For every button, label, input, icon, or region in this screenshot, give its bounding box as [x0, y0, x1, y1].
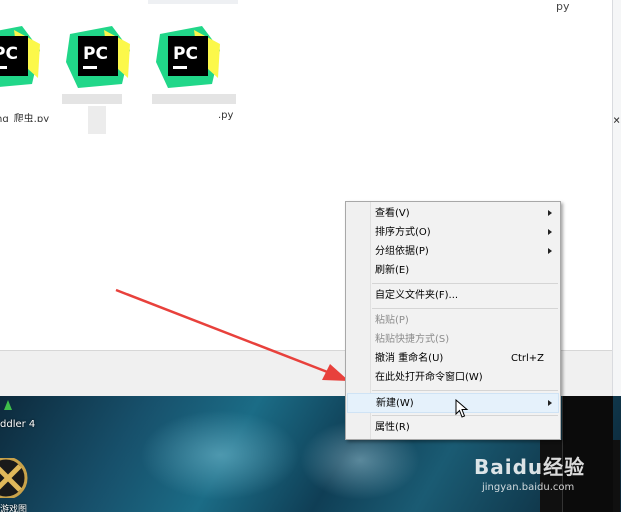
baidu-watermark: Baidu经验 jingyan.baidu.com [474, 451, 614, 495]
submenu-arrow-icon [548, 400, 552, 406]
desktop-icon-label[interactable]: ddler 4 [0, 419, 35, 430]
submenu-arrow-icon [548, 248, 552, 254]
pycharm-icon: PC [156, 26, 220, 88]
game-shortcut-icon[interactable] [0, 458, 30, 498]
blurred-caption [88, 106, 106, 134]
pycharm-file-3[interactable]: PC .py [148, 18, 236, 121]
submenu-arrow-icon [548, 210, 552, 216]
svg-text:PC: PC [0, 44, 18, 64]
svg-text:PC: PC [173, 44, 198, 64]
menu-item-paste[interactable]: 粘贴(P) [348, 311, 558, 330]
blurred-caption [62, 94, 122, 104]
submenu-arrow-icon [548, 229, 552, 235]
file-caption: hq_爬虫.py [0, 114, 50, 122]
context-menu: 查看(V) 排序方式(O) 分组依据(P) 刷新(E) 自定义文件夹(F)...… [345, 201, 561, 440]
menu-item-open-command-window[interactable]: 在此处打开命令窗口(W) [348, 368, 558, 387]
pycharm-file-1[interactable]: PC hq_爬虫.py [0, 18, 52, 122]
menu-item-undo-rename[interactable]: 撤消 重命名(U) Ctrl+Z [348, 349, 558, 368]
menu-item-paste-shortcut[interactable]: 粘贴快捷方式(S) [348, 330, 558, 349]
watermark-url: jingyan.baidu.com [482, 482, 575, 493]
menu-separator [372, 283, 558, 284]
mouse-cursor-icon [455, 399, 469, 418]
menu-item-sort-by[interactable]: 排序方式(O) [348, 223, 558, 242]
pycharm-icon: PC [0, 26, 40, 87]
file-caption: .py [218, 110, 234, 121]
watermark-brand: Baidu经验 [474, 455, 586, 479]
menu-item-new[interactable]: 新建(W) [347, 393, 559, 413]
close-pane-icon[interactable]: × [613, 113, 620, 127]
file-extension-label: py [556, 0, 570, 13]
menu-item-refresh[interactable]: 刷新(E) [348, 261, 558, 280]
pycharm-icon: PC [66, 26, 130, 88]
desktop-icon-label[interactable]: 游戏图 [0, 502, 27, 512]
wallpaper-art [140, 410, 300, 500]
svg-text:PC: PC [83, 44, 108, 64]
menu-separator [372, 390, 558, 391]
menu-item-view[interactable]: 查看(V) [348, 204, 558, 223]
menu-item-properties[interactable]: 属性(R) [348, 418, 558, 437]
menu-separator [372, 308, 558, 309]
blurred-top-strip [148, 0, 238, 4]
menu-item-group-by[interactable]: 分组依据(P) [348, 242, 558, 261]
pycharm-file-2[interactable]: PC [58, 18, 142, 134]
screen: py PC hq_爬虫.py PC [0, 0, 621, 512]
menu-item-customize-folder[interactable]: 自定义文件夹(F)... [348, 286, 558, 305]
blurred-caption [152, 94, 236, 104]
menu-shortcut: Ctrl+Z [510, 353, 544, 364]
